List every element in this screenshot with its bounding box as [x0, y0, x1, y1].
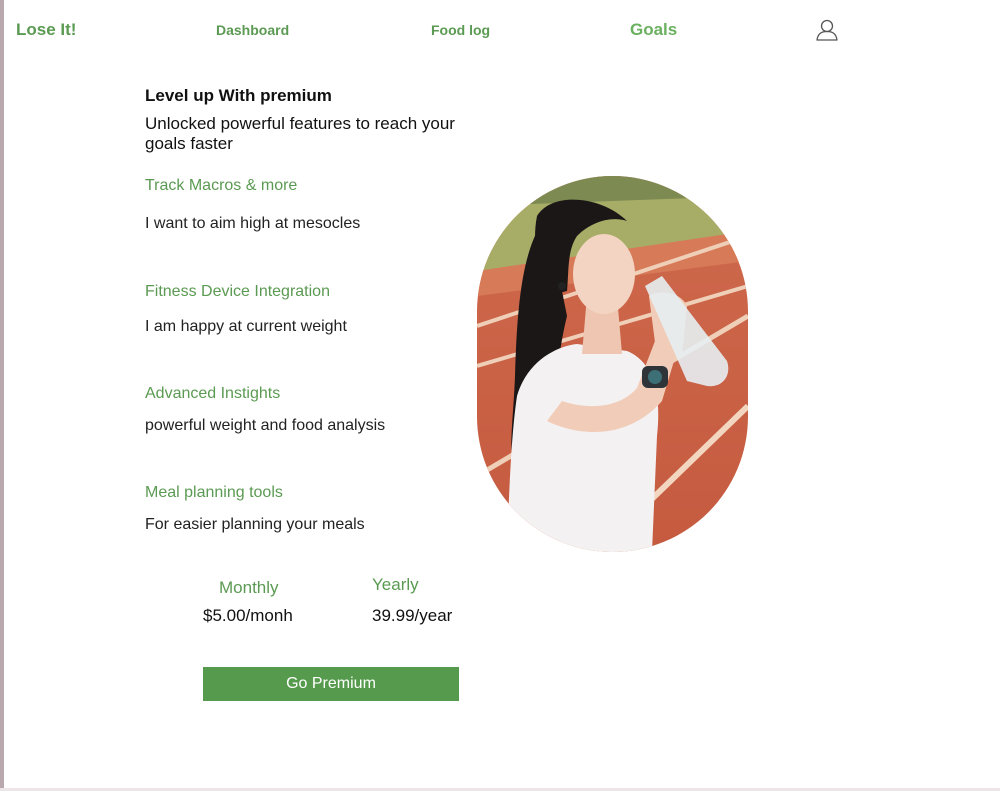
- feature-desc-device: I am happy at current weight: [145, 318, 347, 335]
- nav-food-log[interactable]: Food log: [431, 22, 490, 38]
- plan-yearly-price: 39.99/year: [372, 606, 453, 625]
- nav-dashboard[interactable]: Dashboard: [216, 22, 289, 38]
- plan-monthly-price: $5.00/monh: [203, 606, 293, 625]
- feature-title-meal-planning: Meal planning tools: [145, 484, 283, 501]
- premium-subheading: Unlocked powerful features to reach your…: [145, 114, 455, 153]
- hero-photo: [477, 176, 748, 552]
- feature-desc-meal-planning: For easier planning your meals: [145, 516, 365, 533]
- premium-headline: Level up With premium: [145, 86, 332, 105]
- feature-title-macros: Track Macros & more: [145, 177, 298, 194]
- plan-monthly-label[interactable]: Monthly: [219, 578, 279, 598]
- user-icon: [816, 19, 838, 41]
- app-logo[interactable]: Lose It!: [16, 20, 76, 40]
- left-edge-rule: [0, 0, 4, 791]
- go-premium-button[interactable]: Go Premium: [203, 667, 459, 701]
- feature-desc-insights: powerful weight and food analysis: [145, 417, 386, 434]
- plan-yearly-label[interactable]: Yearly: [372, 575, 419, 595]
- profile-button[interactable]: [814, 17, 840, 43]
- feature-title-insights: Advanced Instights: [145, 385, 281, 402]
- feature-title-device: Fitness Device Integration: [145, 283, 330, 300]
- feature-desc-macros: I want to aim high at mesocles: [145, 215, 361, 232]
- nav-goals[interactable]: Goals: [630, 20, 677, 40]
